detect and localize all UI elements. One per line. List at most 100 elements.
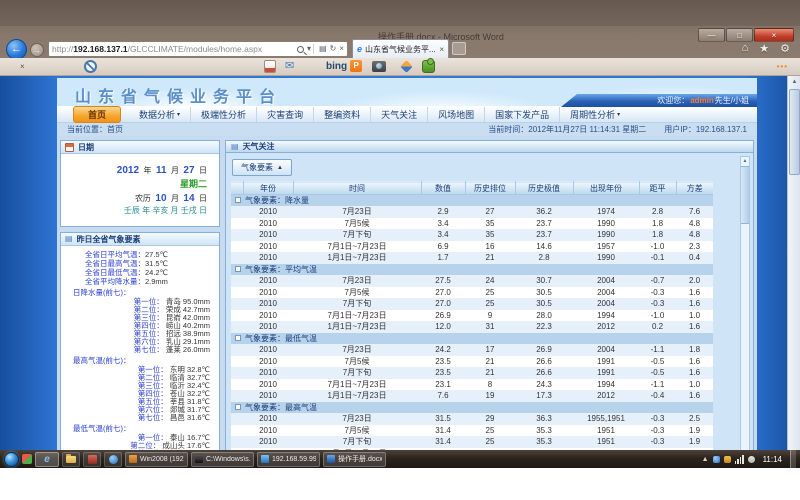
launcher-icon[interactable] [22, 454, 32, 464]
browser-forward-button[interactable]: → [30, 43, 44, 57]
mail-icon[interactable]: ✉ [285, 61, 294, 72]
browser-back-button[interactable]: ← [6, 39, 27, 60]
search-icon[interactable] [297, 46, 304, 53]
minimize-button[interactable]: — [698, 28, 725, 42]
table-row[interactable]: 20107月5候3.43523.719901.84.8 [231, 218, 713, 230]
column-header: 出现年份 [573, 182, 639, 195]
group-checkbox[interactable] [235, 404, 241, 410]
table-cell: 2010 [243, 379, 293, 391]
rank-value: 蓬莱 26.0mm [164, 345, 210, 354]
tab-title[interactable]: 山东省气候业务平... [365, 44, 436, 55]
nav-item-数据分析[interactable]: 数据分析▾ [129, 107, 191, 122]
favorites-star-icon[interactable]: ★ [759, 42, 769, 55]
sparkle-addon-icon[interactable] [400, 60, 413, 73]
stop-icon[interactable]: × [339, 45, 344, 53]
nav-item-整编资料[interactable]: 整编资料 [314, 107, 371, 122]
show-desktop-button[interactable] [790, 450, 796, 468]
table-row[interactable]: 20107月23日24.21726.92004-1.11.8 [231, 344, 713, 356]
nav-item-风场地图[interactable]: 风场地图 [428, 107, 485, 122]
refresh-icon[interactable]: ↻ [330, 45, 337, 53]
bing-logo[interactable]: bing [326, 61, 347, 72]
app-red-icon[interactable] [83, 452, 101, 467]
table-row[interactable]: 20107月5候31.42535.31951-0.31.9 [231, 425, 713, 437]
taskbar-window-button[interactable]: C:\Windows\s... [191, 452, 254, 467]
new-tab-button[interactable] [452, 42, 466, 55]
nav-item-天气关注[interactable]: 天气关注 [371, 107, 428, 122]
table-cell: 2010 [243, 425, 293, 437]
taskbar-window-button[interactable]: 操作手册.docx ... [323, 452, 386, 467]
stat-label: 全省平均降水量： [85, 277, 145, 286]
taskbar-ie-icon[interactable]: e [35, 452, 59, 467]
tray-expand-icon[interactable]: ▲ [702, 456, 709, 463]
tab-close-icon[interactable]: × [439, 45, 444, 54]
table-row[interactable]: 20107月1日~7月23日23.1824.31994-1.11.0 [231, 379, 713, 391]
table-group-row[interactable]: 气象要素：最高气温 [231, 402, 713, 414]
camera-addon-icon[interactable] [372, 61, 386, 72]
scroll-up-icon[interactable]: ▲ [788, 76, 800, 88]
table-cell: 2.9 [421, 206, 465, 218]
table-row[interactable]: 20101月1日~7月23日7.61917.32012-0.41.6 [231, 390, 713, 402]
panel-scrollbar[interactable]: ▲ ▼ [740, 156, 750, 468]
background-window-edge [0, 0, 800, 26]
nav-item-周期性分析[interactable]: 周期性分析▾ [560, 107, 630, 122]
tray-app-icon[interactable] [713, 456, 720, 463]
tile-addon-icon[interactable] [264, 60, 276, 73]
url-text[interactable]: http://192.168.137.1/GLCCLIMATE/modules/… [52, 44, 293, 54]
bing-toolbar[interactable]: bing P [326, 60, 362, 72]
chevron-down-icon[interactable]: ▾ [307, 45, 311, 53]
nav-item-首页[interactable]: 首页 [73, 106, 121, 123]
table-group-row[interactable]: 气象要素：最低气温 [231, 333, 713, 345]
table-row[interactable]: 20107月下旬27.02530.52004-0.31.6 [231, 298, 713, 310]
browser-scrollbar[interactable]: ▲ [787, 76, 800, 468]
table-row[interactable]: 20101月1日~7月23日12.03122.320120.21.6 [231, 321, 713, 333]
table-row[interactable]: 20107月23日2.92736.219742.87.6 [231, 206, 713, 218]
table-row[interactable]: 20107月5候27.02530.52004-0.31.6 [231, 287, 713, 299]
table-row[interactable]: 20107月23日31.52936.31955,1951-0.32.5 [231, 413, 713, 425]
taskbar-window-button[interactable]: Win2008 (192... [125, 452, 188, 467]
taskbar-clock[interactable]: 11:14 [763, 455, 782, 464]
folder-icon[interactable] [62, 452, 80, 467]
nav-item-极端性分析[interactable]: 极端性分析 [191, 107, 257, 122]
element-filter-button[interactable]: 气象要素 ▲ [232, 159, 292, 176]
table-row[interactable]: 20107月下旬23.52126.61991-0.51.6 [231, 367, 713, 379]
nav-item-国家下发产品[interactable]: 国家下发产品 [485, 107, 560, 122]
home-icon[interactable]: ⌂ [742, 42, 749, 55]
group-checkbox[interactable] [235, 335, 241, 341]
taskbar-window-button[interactable]: 192.168.59.99... [257, 452, 320, 467]
puzzle-addon-icon[interactable] [422, 60, 435, 73]
table-row[interactable]: 20107月下旬31.42535.31951-0.31.9 [231, 436, 713, 448]
table-group-row[interactable]: 气象要素：平均气温 [231, 264, 713, 276]
table-row[interactable]: 20107月23日27.52430.72004-0.72.0 [231, 275, 713, 287]
compatibility-view-icon[interactable]: ▤ [319, 45, 327, 53]
bing-p-icon[interactable]: P [350, 60, 362, 72]
table-row[interactable]: 20107月5候23.52126.61991-0.51.6 [231, 356, 713, 368]
table-row[interactable]: 20107月1日~7月23日26.9928.01994-1.01.0 [231, 310, 713, 322]
table-cell: -0.3 [639, 298, 676, 310]
blocker-addon-icon[interactable] [84, 60, 97, 73]
volume-icon[interactable] [748, 456, 755, 463]
table-cell: 22.3 [515, 321, 573, 333]
group-checkbox[interactable] [235, 266, 241, 272]
table-row[interactable]: 20101月1日~7月23日1.7212.81990-0.10.4 [231, 252, 713, 264]
tools-gear-icon[interactable]: ⚙ [780, 42, 790, 55]
panel-icon: ▤ [65, 235, 73, 243]
scrollbar-thumb[interactable] [741, 166, 749, 224]
table-row[interactable]: 20107月1日~7月23日6.91614.61957-1.02.3 [231, 241, 713, 253]
app-blue-icon[interactable] [104, 452, 122, 467]
command-bar-close-icon[interactable]: × [20, 62, 25, 71]
table-row[interactable]: 20107月下旬3.43523.719901.84.8 [231, 229, 713, 241]
start-button[interactable] [4, 452, 19, 467]
group-checkbox[interactable] [235, 197, 241, 203]
column-header: 数值 [421, 182, 465, 195]
nav-item-灾害查询[interactable]: 灾害查询 [257, 107, 314, 122]
tray-warning-icon[interactable] [724, 456, 731, 463]
scroll-up-icon[interactable]: ▲ [741, 157, 749, 166]
more-options-icon[interactable]: ••• [777, 62, 788, 71]
close-button[interactable]: × [754, 28, 794, 42]
table-group-row[interactable]: 气象要素：降水量 [231, 195, 713, 207]
browser-tab[interactable]: e 山东省气候业务平... × [352, 39, 449, 58]
address-bar[interactable]: http://192.168.137.1/GLCCLIMATE/modules/… [48, 41, 348, 57]
maximize-button[interactable]: □ [726, 28, 753, 42]
browser-scrollbar-thumb[interactable] [789, 89, 800, 175]
network-icon[interactable] [735, 455, 744, 464]
